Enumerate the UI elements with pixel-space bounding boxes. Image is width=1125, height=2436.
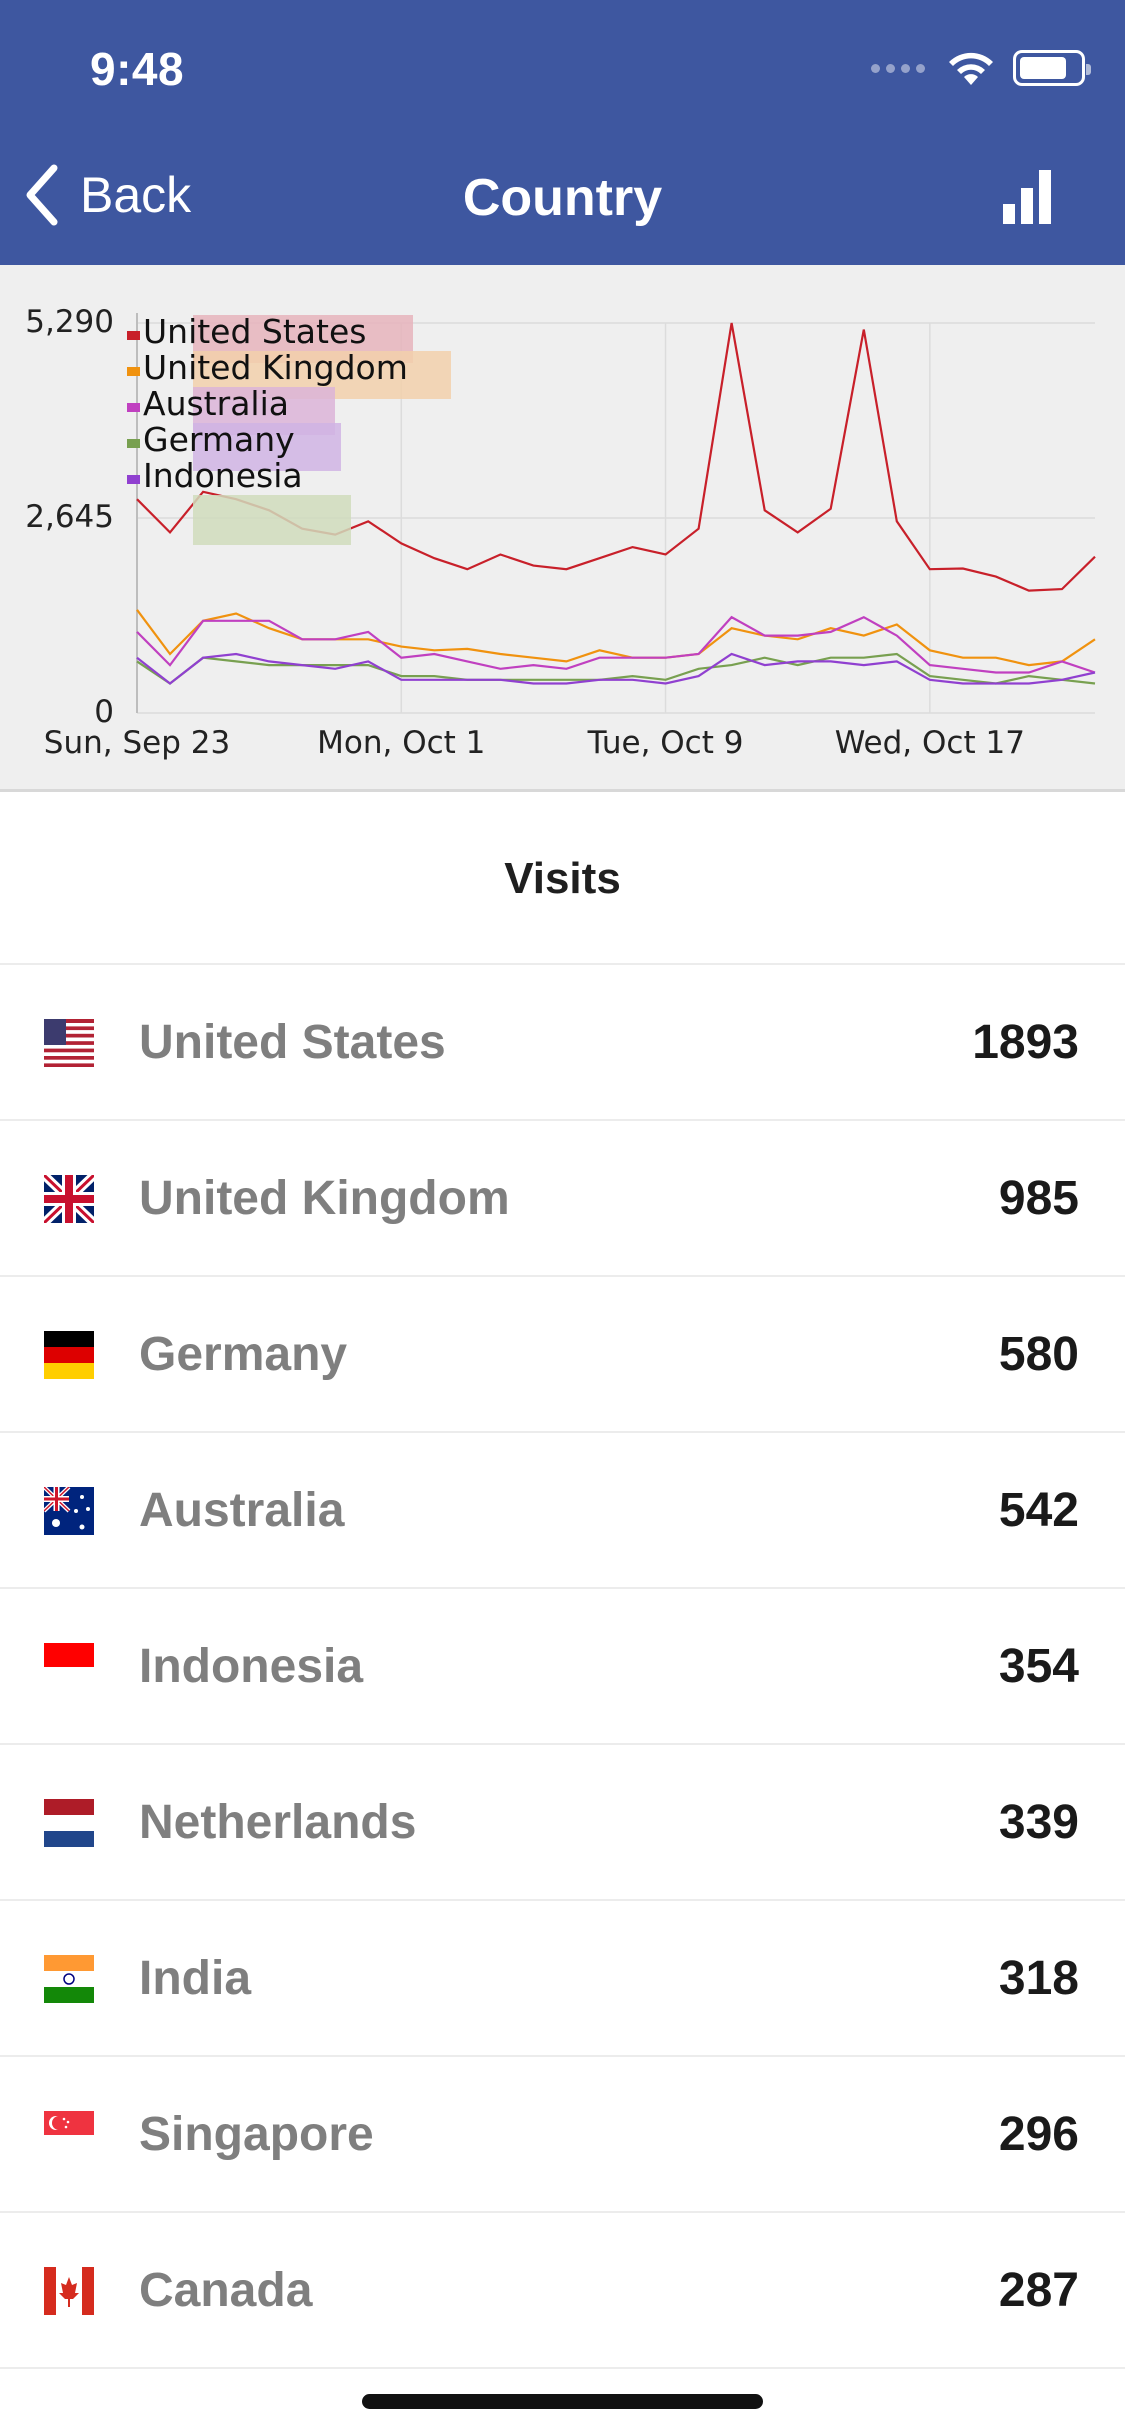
x-tick-label: Mon, Oct 1: [317, 725, 485, 761]
country-row-germany[interactable]: Germany 580: [0, 1277, 1125, 1433]
legend-marker: [127, 367, 140, 376]
chart-canvas: 5,2902,6450Sun, Sep 23 Mon, Oct 1 Tue, Oct…: [25, 304, 1096, 761]
status-indicators: [871, 48, 1091, 88]
x-tick-label: Wed, Oct 17: [835, 725, 1025, 761]
legend-swatch: [193, 495, 351, 545]
us-flag-icon: [44, 1019, 94, 1067]
visit-count: 296: [998, 2107, 1079, 2161]
legend-label: United States: [143, 312, 366, 351]
indonesia-flag-icon: [44, 1643, 94, 1691]
page-title: Country: [462, 169, 663, 227]
navigation-header: 9:48 Back Country: [0, 0, 1125, 265]
country-row-india[interactable]: India 318: [0, 1901, 1125, 2057]
visit-count: 287: [998, 2263, 1079, 2317]
legend-marker: [127, 475, 140, 484]
visit-count: 580: [998, 1327, 1079, 1381]
legend-label: Germany: [143, 420, 295, 459]
country-name: Canada: [139, 2263, 313, 2317]
country-name: India: [139, 1951, 252, 2005]
country-row-australia[interactable]: Australia 542: [0, 1433, 1125, 1589]
legend-label: United Kingdom: [143, 348, 408, 387]
netherlands-flag-icon: [44, 1799, 94, 1847]
status-time: 9:48: [90, 43, 185, 95]
visit-count: 542: [998, 1483, 1079, 1537]
visit-count: 354: [998, 1639, 1079, 1693]
battery-icon: [1013, 50, 1091, 86]
visit-count: 318: [998, 1951, 1079, 2005]
germany-flag-icon: [44, 1331, 94, 1379]
legend-marker: [127, 403, 140, 412]
country-row-indonesia[interactable]: Indonesia 354: [0, 1589, 1125, 1745]
country-name: Indonesia: [139, 1639, 364, 1693]
x-tick-label: Tue, Oct 9: [587, 725, 744, 761]
india-flag-icon: [44, 1955, 94, 2003]
y-tick-label: 5,290: [25, 304, 114, 340]
home-indicator: [362, 2394, 763, 2409]
legend-marker: [127, 331, 140, 340]
country-name: United States: [139, 1015, 446, 1069]
country-name: United Kingdom: [139, 1171, 510, 1225]
visits-line-chart: 5,290 2,645 0 Sun, Sep 23 Mon, Oct 1 Tue, Oct…: [0, 265, 1125, 792]
wifi-icon: [949, 52, 993, 85]
country-list: United States 1893 United Kingdom 985 Ge…: [0, 965, 1125, 2369]
country-name: Germany: [139, 1327, 348, 1381]
signal-icon: [871, 63, 925, 73]
country-row-canada[interactable]: Canada 287: [0, 2213, 1125, 2369]
bar-chart-icon[interactable]: [1001, 168, 1053, 224]
country-name: Australia: [139, 1483, 345, 1537]
visits-title: Visits: [504, 854, 621, 903]
visit-count: 1893: [972, 1015, 1079, 1069]
visit-count: 985: [998, 1171, 1079, 1225]
y-tick-label: 2,645: [25, 499, 114, 535]
country-row-united-states[interactable]: United States 1893: [0, 965, 1125, 1121]
country-name: Singapore: [139, 2107, 374, 2161]
singapore-flag-icon: [44, 2111, 94, 2159]
country-row-singapore[interactable]: Singapore 296: [0, 2057, 1125, 2213]
legend-label: Indonesia: [143, 456, 303, 495]
country-name: Netherlands: [139, 1795, 417, 1849]
country-row-netherlands[interactable]: Netherlands 339: [0, 1745, 1125, 1901]
australia-flag-icon: [44, 1487, 94, 1535]
uk-flag-icon: [44, 1175, 94, 1223]
visit-count: 339: [998, 1795, 1079, 1849]
visits-section-header: Visits: [0, 795, 1125, 965]
x-tick-label: Sun, Sep 23: [44, 725, 230, 761]
canada-flag-icon: [44, 2267, 94, 2315]
legend-marker: [127, 439, 140, 448]
country-row-united-kingdom[interactable]: United Kingdom 985: [0, 1121, 1125, 1277]
legend-label: Australia: [143, 384, 289, 423]
